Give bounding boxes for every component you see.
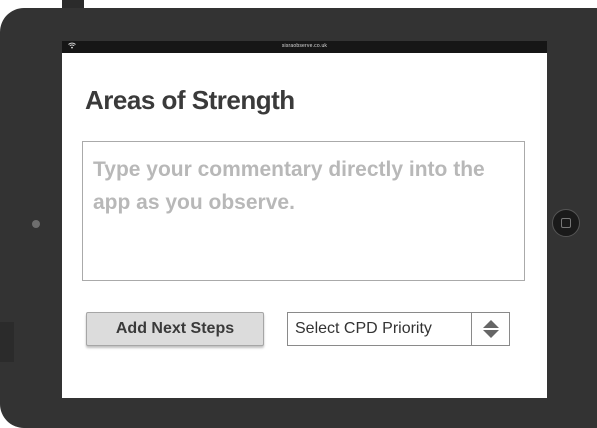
home-button[interactable] [552,209,580,237]
status-bar: sisraobserve.co.uk [62,41,547,53]
home-square-icon [561,218,571,228]
side-hardware-button [0,322,14,362]
cpd-select-value: Select CPD Priority [295,320,432,337]
add-next-steps-button[interactable]: Add Next Steps [86,312,264,346]
page-title: Areas of Strength [85,85,295,115]
cpd-priority-select[interactable]: Select CPD Priority [287,312,510,346]
commentary-input[interactable] [82,141,525,281]
tablet-screen: sisraobserve.co.uk Areas of Strength Add… [62,41,547,398]
up-down-arrows-icon [471,312,509,346]
camera-icon [32,220,40,228]
status-url: sisraobserve.co.uk [281,43,328,49]
